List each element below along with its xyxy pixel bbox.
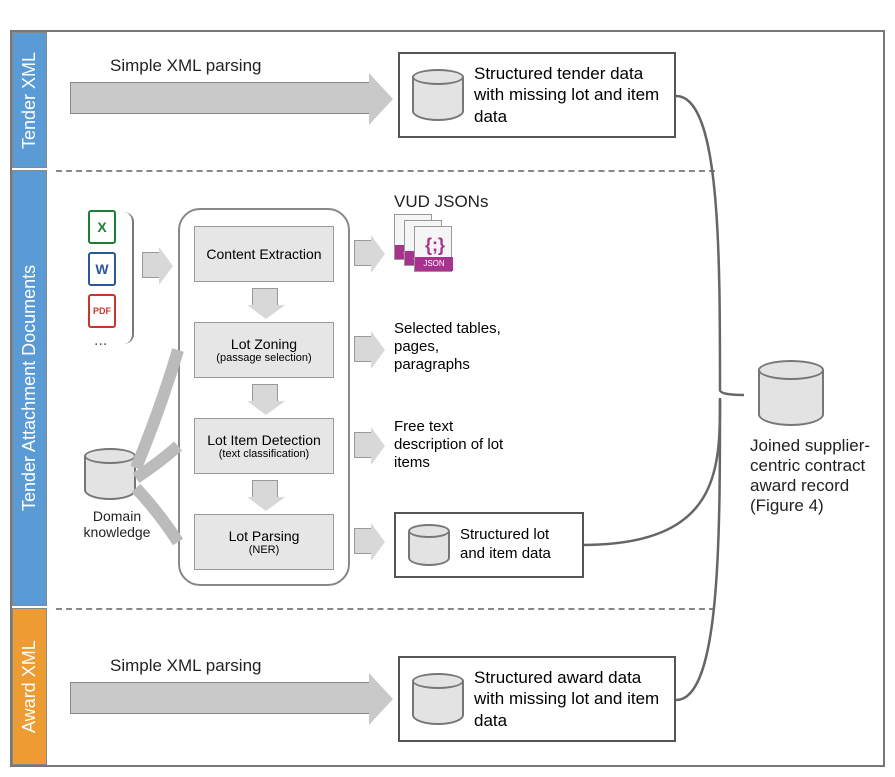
output-lot-text: Structured lot and item data [460,526,570,564]
excel-file-icon: X [88,210,116,244]
flow-arrow-icon [142,252,160,278]
database-icon [412,69,464,121]
section-label-text: Tender Attachment Documents [19,265,40,511]
flow-arrow-down-icon [252,384,278,402]
joined-record-db [758,360,824,426]
stage-title: Lot Item Detection [199,432,329,448]
flow-arrow-down-icon [252,288,278,306]
stage-subtitle: (text classification) [199,448,329,461]
pdf-file-icon: PDF [88,294,116,328]
zoning-output-text: Selected tables, pages, paragraphs [394,320,514,374]
brace-icon [122,212,134,344]
arrow-label-top: Simple XML parsing [110,56,262,76]
domain-knowledge-db [84,448,136,500]
word-file-icon: W [88,252,116,286]
stage-subtitle: (passage selection) [199,352,329,365]
section-tender-xml: Tender XML [12,32,47,168]
flow-arrow-down-icon [252,480,278,498]
domain-knowledge-label: Domain knowledge [72,508,162,540]
detection-output-text: Free text description of lot items [394,418,524,472]
stage-lot-item-detection: Lot Item Detection (text classification) [194,418,334,474]
arrow-tender-xml [70,82,370,114]
stage-content-extraction: Content Extraction [194,226,334,282]
stage-title: Lot Parsing [199,528,329,544]
pipeline-header: VUD JSONs [394,192,488,212]
database-icon [408,524,450,566]
arrow-award-xml [70,682,370,714]
flow-arrow-right-icon [354,240,372,266]
stage-title: Lot Zoning [199,336,329,352]
section-tender-attach: Tender Attachment Documents [12,170,47,606]
flow-arrow-right-icon [354,336,372,362]
stage-lot-parsing: Lot Parsing (NER) [194,514,334,570]
database-icon [412,673,464,725]
section-label-text: Tender XML [19,51,40,148]
joined-record-text: Joined supplier-centric contract award r… [750,436,878,516]
stage-title: Content Extraction [199,246,329,262]
stage-lot-zoning: Lot Zoning (passage selection) [194,322,334,378]
flow-arrow-right-icon [354,432,372,458]
divider [56,608,715,610]
output-award-xml: Structured award data with missing lot a… [398,656,676,742]
divider [56,170,715,172]
arrow-label-bottom: Simple XML parsing [110,656,262,676]
output-lot-data: Structured lot and item data [394,512,584,578]
output-award-xml-text: Structured award data with missing lot a… [474,667,662,731]
output-tender-xml: Structured tender data with missing lot … [398,52,676,138]
flow-arrow-right-icon [354,528,372,554]
stage-subtitle: (NER) [199,544,329,557]
ellipsis-icon: ... [94,332,107,350]
output-tender-xml-text: Structured tender data with missing lot … [474,63,662,127]
json-files-icon: JSON JSON {;}JSON [394,214,454,272]
section-label-text: Award XML [19,640,40,733]
section-award-xml: Award XML [12,608,47,765]
